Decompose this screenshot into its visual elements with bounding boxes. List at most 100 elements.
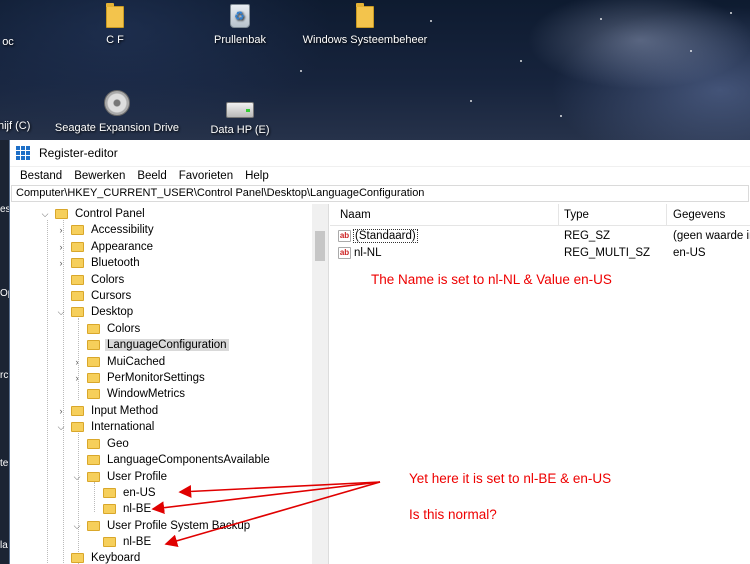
annotation-note-2: Yet here it is set to nl-BE & en-US [409, 471, 612, 486]
menu-bewerken[interactable]: Bewerken [68, 170, 131, 182]
tree-node-label: Control Panel [75, 208, 145, 220]
chevron-down-icon[interactable]: ⌵ [40, 209, 50, 220]
chevron-right-icon[interactable]: › [56, 225, 66, 235]
key-tree: ⌵ Control Panel › Accessibility › Appear… [10, 204, 329, 564]
tree-node-muicached[interactable]: › MuiCached [72, 354, 167, 370]
column-header-name[interactable]: Naam [340, 209, 371, 221]
desktop-icon-data-hp[interactable]: Data HP (E) [200, 94, 280, 136]
tree-node-international[interactable]: ⌵ International [56, 419, 156, 435]
string-value-icon: ab [338, 247, 351, 259]
annotation-note-1: The Name is set to nl-NL & Value en-US [371, 272, 612, 287]
value-row[interactable]: ab (Standaard) REG_SZ (geen waarde inges… [330, 228, 750, 245]
folder-icon [71, 225, 84, 235]
folder-icon [87, 521, 100, 531]
chevron-down-icon[interactable]: ⌵ [56, 422, 66, 433]
menu-help[interactable]: Help [239, 170, 275, 182]
chevron-right-icon[interactable]: › [72, 373, 82, 383]
tree-node-cursors[interactable]: Cursors [56, 288, 133, 304]
tree-node-label: WindowMetrics [107, 388, 185, 400]
chevron-down-icon[interactable]: ⌵ [72, 521, 82, 532]
desktop-icon-label: Seagate Expansion Drive [54, 122, 180, 134]
tree-scrollbar[interactable] [312, 204, 328, 564]
tree-node-desktop-colors[interactable]: Colors [72, 321, 142, 337]
desktop-background: oc C F Prullenbak Windows Systeembeheer … [0, 0, 750, 140]
address-bar[interactable]: Computer\HKEY_CURRENT_USER\Control Panel… [11, 185, 749, 202]
folder-icon [87, 455, 100, 465]
column-header-data[interactable]: Gegevens [673, 209, 725, 221]
desktop-icon-label: Windows Systeembeheer [302, 34, 428, 46]
tree-node-label: International [91, 421, 155, 433]
tree-node-user-profile-nl-be[interactable]: nl-BE [88, 501, 153, 517]
desktop-icon-oc[interactable]: oc [0, 36, 18, 48]
desktop-icon-label: oc [2, 36, 14, 48]
tree-node-appearance[interactable]: › Appearance [56, 239, 155, 255]
folder-icon [71, 291, 84, 301]
tree-node-label: Bluetooth [91, 257, 140, 269]
folder-icon [87, 357, 100, 367]
tree-node-input-method[interactable]: › Input Method [56, 403, 160, 419]
desktop-icon-seagate[interactable]: Seagate Expansion Drive [52, 90, 182, 134]
tree-node-accessibility[interactable]: › Accessibility [56, 222, 156, 238]
desktop-left-strip: es Op rc te la [0, 140, 9, 564]
value-type: REG_MULTI_SZ [564, 247, 651, 259]
string-value-icon: ab [338, 230, 351, 242]
chevron-right-icon[interactable]: › [56, 242, 66, 252]
tree-node-colors[interactable]: Colors [56, 272, 126, 288]
value-name: nl-NL [354, 247, 382, 259]
tree-node-bluetooth[interactable]: › Bluetooth [56, 255, 142, 271]
chevron-right-icon[interactable]: › [56, 406, 66, 416]
folder-icon [71, 275, 84, 285]
chevron-down-icon[interactable]: ⌵ [72, 472, 82, 483]
folder-icon [87, 373, 100, 383]
window-title: Register-editor [39, 146, 118, 160]
tree-node-languagecomponentsavailable[interactable]: LanguageComponentsAvailable [72, 452, 272, 468]
desktop-icon-cf[interactable]: C F [90, 3, 140, 46]
tree-node-label: Colors [91, 274, 125, 286]
values-header: Naam Type Gegevens [330, 204, 750, 226]
menu-bar: Bestand Bewerken Beeld Favorieten Help [10, 167, 750, 185]
menu-beeld[interactable]: Beeld [131, 170, 172, 182]
value-name: (Standaard) [353, 229, 418, 243]
folder-icon [103, 504, 116, 514]
tree-node-label: Input Method [91, 405, 159, 417]
tree-node-user-profile-en-us[interactable]: en-US [88, 485, 158, 501]
tree-node-label: LanguageComponentsAvailable [107, 454, 270, 466]
chevron-right-icon[interactable]: › [56, 258, 66, 268]
tree-node-desktop[interactable]: ⌵ Desktop [56, 304, 135, 320]
strip-label: te [0, 458, 9, 469]
tree-node-permonitorsettings[interactable]: › PerMonitorSettings [72, 370, 207, 386]
folder-icon [103, 488, 116, 498]
menu-bestand[interactable]: Bestand [14, 170, 68, 182]
folder-icon [71, 553, 84, 563]
folder-icon [55, 209, 68, 219]
folder-icon [87, 439, 100, 449]
tree-node-label: Appearance [91, 241, 154, 253]
tree-node-backup-nl-be[interactable]: nl-BE [88, 534, 153, 550]
tree-node-control-panel[interactable]: ⌵ Control Panel [40, 206, 147, 222]
tree-node-label: User Profile System Backup [107, 520, 251, 532]
desktop-icon-drive-c[interactable]: hijf (C) [0, 120, 32, 132]
folder-icon [71, 406, 84, 416]
annotation-note-3: Is this normal? [409, 507, 497, 522]
menu-favorieten[interactable]: Favorieten [173, 170, 239, 182]
tree-node-label: nl-BE [123, 536, 152, 548]
tree-node-keyboard[interactable]: Keyboard [56, 550, 142, 564]
recycle-bin-icon [230, 4, 250, 28]
tree-node-windowmetrics[interactable]: WindowMetrics [72, 386, 187, 402]
title-bar[interactable]: Register-editor [10, 140, 750, 167]
value-row[interactable]: ab nl-NL REG_MULTI_SZ en-US [330, 245, 750, 262]
strip-label: es [0, 204, 9, 215]
tree-node-languageconfiguration[interactable]: LanguageConfiguration [72, 337, 229, 353]
tree-node-geo[interactable]: Geo [72, 436, 131, 452]
tree-node-user-profile[interactable]: ⌵ User Profile [72, 469, 169, 485]
desktop-icon-recycle-bin[interactable]: Prullenbak [205, 4, 275, 46]
tree-node-label: PerMonitorSettings [107, 372, 205, 384]
scrollbar-thumb[interactable] [315, 231, 325, 261]
chevron-down-icon[interactable]: ⌵ [56, 307, 66, 318]
tree-node-user-profile-system-backup[interactable]: ⌵ User Profile System Backup [72, 518, 252, 534]
chevron-right-icon[interactable]: › [72, 357, 82, 367]
value-data: en-US [673, 247, 706, 259]
desktop-icon-windows-systeembeheer[interactable]: Windows Systeembeheer [300, 3, 430, 46]
column-header-type[interactable]: Type [564, 209, 589, 221]
registry-editor-icon [16, 146, 30, 160]
